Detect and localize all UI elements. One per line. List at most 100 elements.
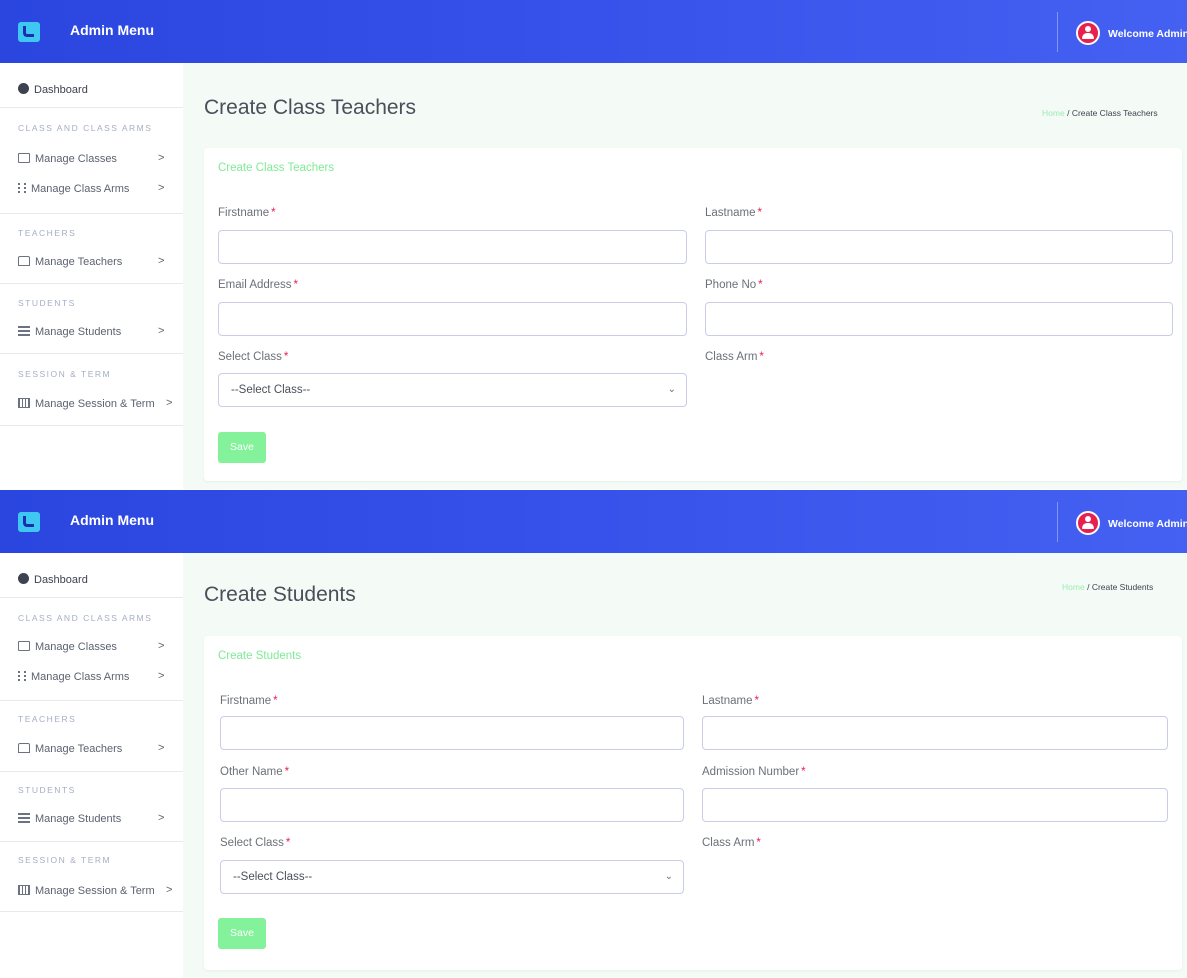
sidebar-item-label: Manage Session & Term — [35, 398, 155, 410]
label-text: Other Name — [220, 766, 283, 778]
sidebar-item-manage-teachers[interactable]: Manage Teachers > — [18, 255, 164, 268]
lastname-input[interactable] — [705, 230, 1173, 264]
sidebar-item-manage-class-arms[interactable]: Manage Class Arms > — [18, 670, 164, 683]
card-title: Create Students — [218, 650, 302, 662]
user-graduate-icon — [18, 813, 30, 823]
email-input[interactable] — [218, 302, 687, 336]
save-button[interactable]: Save — [218, 918, 266, 949]
breadcrumb-current: Create Students — [1091, 582, 1154, 592]
screen-create-class-teachers: Admin Menu Welcome Admin Dashboard CLASS… — [0, 0, 1187, 489]
breadcrumb-separator: / — [1087, 582, 1090, 592]
label-text: Lastname — [705, 207, 756, 219]
calendar-icon — [18, 398, 30, 408]
screen-create-students: Admin Menu Welcome Admin Dashboard CLASS… — [0, 490, 1187, 978]
user-graduate-icon — [18, 326, 30, 336]
sidebar: Dashboard CLASS AND CLASS ARMS Manage Cl… — [0, 63, 183, 489]
sidebar-divider — [0, 283, 183, 284]
sidebar-item-manage-classes[interactable]: Manage Classes > — [18, 640, 164, 653]
breadcrumb-current: Create Class Teachers — [1071, 108, 1158, 118]
top-navbar: Admin Menu Welcome Admin — [0, 490, 1187, 553]
required-mark: * — [285, 837, 291, 849]
brand-title[interactable]: Admin Menu — [70, 512, 154, 528]
phone-input[interactable] — [705, 302, 1173, 336]
required-mark: * — [756, 837, 761, 849]
lastname-label: Lastname * — [705, 207, 762, 219]
app-logo-icon[interactable] — [18, 512, 40, 532]
code-branch-icon — [18, 183, 26, 193]
sidebar-divider — [0, 597, 183, 598]
phone-label: Phone No * — [705, 279, 763, 291]
admission-number-input[interactable] — [702, 788, 1168, 822]
label-text: Select Class — [220, 837, 284, 849]
admission-number-label: Admission Number * — [702, 766, 806, 778]
sidebar-item-manage-students[interactable]: Manage Students > — [18, 325, 164, 338]
sidebar-item-dashboard[interactable]: Dashboard — [18, 573, 88, 586]
page-title: Create Students — [204, 583, 356, 606]
chevron-right-icon: > — [158, 255, 165, 267]
label-text: Select Class — [218, 351, 282, 363]
sidebar-item-label: Manage Classes — [35, 153, 117, 165]
sidebar-item-label: Manage Session & Term — [35, 885, 155, 897]
sidebar-item-label: Manage Class Arms — [31, 671, 130, 683]
sidebar-item-manage-session-term[interactable]: Manage Session & Term > — [18, 397, 172, 410]
user-avatar-icon[interactable] — [1076, 21, 1100, 45]
lastname-input[interactable] — [702, 716, 1168, 750]
user-avatar-icon[interactable] — [1076, 511, 1100, 535]
sidebar-divider — [0, 911, 183, 912]
sidebar-item-manage-class-arms[interactable]: Manage Class Arms > — [18, 182, 164, 195]
class-select[interactable]: --Select Class-- ⌄ — [218, 373, 687, 407]
sidebar-heading-session-term: SESSION & TERM — [18, 855, 112, 865]
sidebar-item-manage-teachers[interactable]: Manage Teachers > — [18, 742, 164, 755]
sidebar-divider — [0, 841, 183, 842]
label-text: Firstname — [218, 207, 270, 219]
monitor-icon — [18, 153, 30, 163]
app-logo-icon[interactable] — [18, 22, 40, 42]
sidebar-item-manage-classes[interactable]: Manage Classes > — [18, 152, 164, 165]
sidebar-item-label: Manage Classes — [35, 641, 117, 653]
required-mark: * — [273, 695, 278, 707]
class-arm-label: Class Arm * — [705, 351, 764, 363]
chevron-down-icon: ⌄ — [667, 384, 676, 395]
brand-title[interactable]: Admin Menu — [70, 22, 154, 38]
sidebar-item-label: Manage Students — [35, 326, 122, 338]
breadcrumb-home-link[interactable]: Home — [1042, 108, 1065, 118]
sidebar-item-label: Dashboard — [34, 84, 88, 96]
required-mark: * — [759, 351, 764, 363]
sidebar-item-manage-session-term[interactable]: Manage Session & Term > — [18, 884, 172, 897]
sidebar-item-dashboard[interactable]: Dashboard — [18, 83, 88, 96]
email-label: Email Address * — [218, 279, 298, 291]
welcome-user-menu[interactable]: Welcome Admin — [1108, 28, 1187, 40]
sidebar-divider — [0, 700, 183, 701]
label-text: Class Arm — [702, 837, 755, 849]
label-text: Lastname — [702, 695, 753, 707]
breadcrumb-home-link[interactable]: Home — [1062, 582, 1085, 592]
sidebar-heading-teachers: TEACHERS — [18, 714, 77, 724]
save-button[interactable]: Save — [218, 432, 266, 463]
required-mark: * — [754, 695, 759, 707]
sidebar-item-label: Manage Class Arms — [31, 183, 130, 195]
sidebar-heading-class-arms: CLASS AND CLASS ARMS — [18, 613, 153, 623]
other-name-input[interactable] — [220, 788, 684, 822]
sidebar-heading-class-arms: CLASS AND CLASS ARMS — [18, 123, 153, 133]
breadcrumb-separator: / — [1067, 108, 1070, 118]
dashboard-icon — [18, 573, 29, 584]
label-text: Class Arm — [705, 351, 758, 363]
other-name-label: Other Name * — [220, 766, 289, 778]
required-mark: * — [758, 279, 763, 291]
sidebar-divider — [0, 353, 183, 354]
select-class-label: Select Class * — [218, 351, 288, 363]
select-value: --Select Class-- — [233, 871, 313, 883]
class-select[interactable]: --Select Class-- ⌄ — [220, 860, 684, 894]
form-card: Create Class Teachers Firstname * Lastnam… — [204, 148, 1182, 481]
dashboard-icon — [18, 83, 29, 94]
sidebar-item-manage-students[interactable]: Manage Students > — [18, 812, 164, 825]
select-class-label: Select Class * — [220, 837, 290, 849]
chalkboard-teacher-icon — [18, 743, 30, 753]
monitor-icon — [18, 641, 30, 651]
firstname-input[interactable] — [220, 716, 684, 750]
breadcrumb: Home / Create Students — [1062, 582, 1153, 592]
firstname-label: Firstname * — [220, 695, 278, 707]
welcome-user-menu[interactable]: Welcome Admin — [1108, 518, 1187, 530]
firstname-input[interactable] — [218, 230, 687, 264]
required-mark: * — [293, 279, 298, 291]
